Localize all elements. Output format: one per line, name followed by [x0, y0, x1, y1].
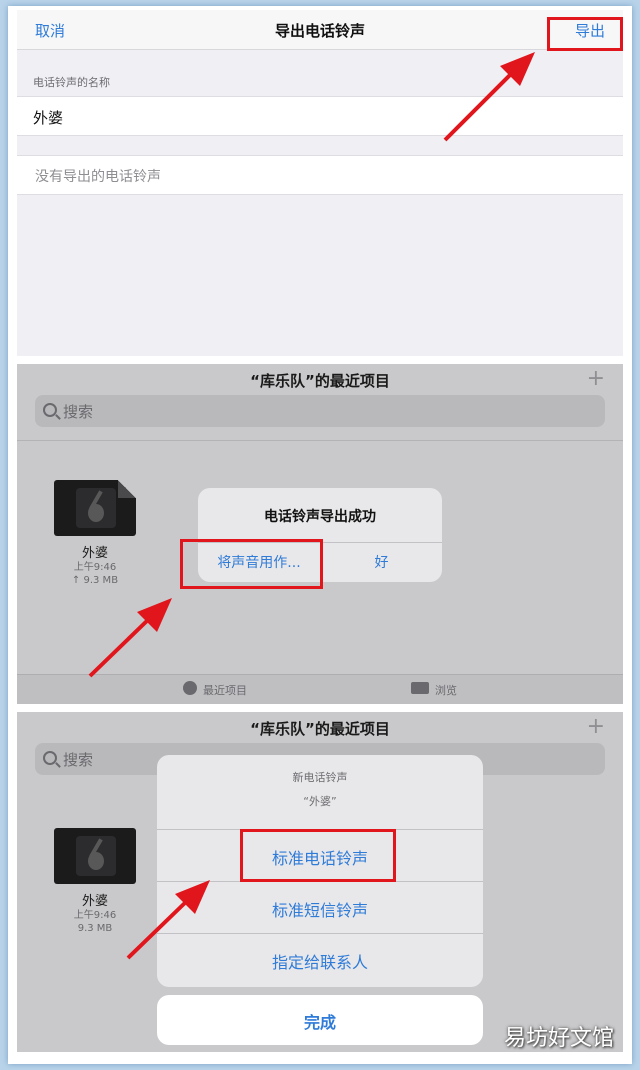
standard-ringtone-highlight-box: [240, 829, 396, 882]
tab-bar: 最近项目 浏览: [17, 674, 623, 704]
use-sound-highlight-box: [180, 539, 323, 589]
file-name: 外婆: [81, 546, 108, 561]
guitar-icon: [76, 488, 116, 528]
tab-browse-label: 浏览: [435, 684, 457, 697]
file-time: 上午9:46: [73, 562, 117, 573]
search-input[interactable]: 搜索: [35, 395, 605, 427]
clock-icon: [183, 681, 197, 695]
watermark: 易坊好文馆: [503, 1026, 614, 1051]
folder-icon: [411, 682, 429, 694]
search-placeholder: 搜索: [63, 403, 94, 421]
browser-title: “库乐队”的最近项目: [250, 372, 390, 390]
nav-bar: 取消 导出电话铃声 导出: [17, 10, 623, 50]
project-file[interactable]: 外婆 上午9:46 9.3 MB: [53, 828, 137, 935]
search-icon: [43, 751, 57, 765]
file-name: 外婆: [81, 894, 108, 909]
page-corner-icon: [118, 480, 136, 498]
search-placeholder: 搜索: [63, 751, 94, 769]
sheet-divider: [157, 933, 483, 934]
file-size: 9.3 MB: [77, 923, 113, 934]
recent-projects-alert-screen: “库乐队”的最近项目 + 搜索 外婆 上午9:46 ↑ 9.3 MB 电话铃声导…: [17, 364, 623, 704]
project-file[interactable]: 外婆 上午9:46 ↑ 9.3 MB: [53, 480, 137, 587]
tab-recent-label: 最近项目: [203, 684, 247, 697]
divider: [17, 440, 623, 441]
file-size: ↑ 9.3 MB: [71, 575, 119, 586]
new-ringtone-sheet-screen: “库乐队”的最近项目 + 搜索 外婆 上午9:46 9.3 MB 新电话铃声 “…: [17, 712, 623, 1052]
ringtone-name-field[interactable]: 外婆: [17, 96, 623, 136]
assign-to-contact-option[interactable]: 指定给联系人: [157, 949, 483, 973]
file-time: 上午9:46: [73, 910, 117, 921]
export-ringtone-screen: 取消 导出电话铃声 导出 电话铃声的名称 外婆 没有导出的电话铃声: [17, 10, 623, 356]
done-label: 完成: [303, 1013, 336, 1032]
plus-icon[interactable]: +: [587, 366, 605, 391]
guitar-icon: [76, 836, 116, 876]
sheet-subtitle: “外婆”: [303, 795, 337, 808]
tab-recent[interactable]: 最近项目: [183, 681, 247, 698]
search-icon: [43, 403, 57, 417]
plus-icon[interactable]: +: [587, 714, 605, 739]
alert-title: 电话铃声导出成功: [264, 509, 376, 525]
empty-state-text: 没有导出的电话铃声: [35, 169, 161, 185]
project-thumbnail: [54, 828, 136, 884]
section-label: 电话铃声的名称: [33, 76, 110, 89]
tab-browse[interactable]: 浏览: [411, 682, 457, 698]
export-highlight-box: [547, 17, 623, 51]
ok-button[interactable]: 好: [321, 552, 442, 572]
ringtone-name-value: 外婆: [33, 109, 64, 127]
exported-list-empty: 没有导出的电话铃声: [17, 155, 623, 195]
browser-title: “库乐队”的最近项目: [250, 720, 390, 738]
standard-text-tone-option[interactable]: 标准短信铃声: [157, 897, 483, 921]
project-thumbnail: [54, 480, 136, 536]
page-title: 导出电话铃声: [274, 22, 365, 40]
sheet-title: 新电话铃声: [292, 771, 348, 784]
done-button[interactable]: 完成: [157, 995, 483, 1045]
